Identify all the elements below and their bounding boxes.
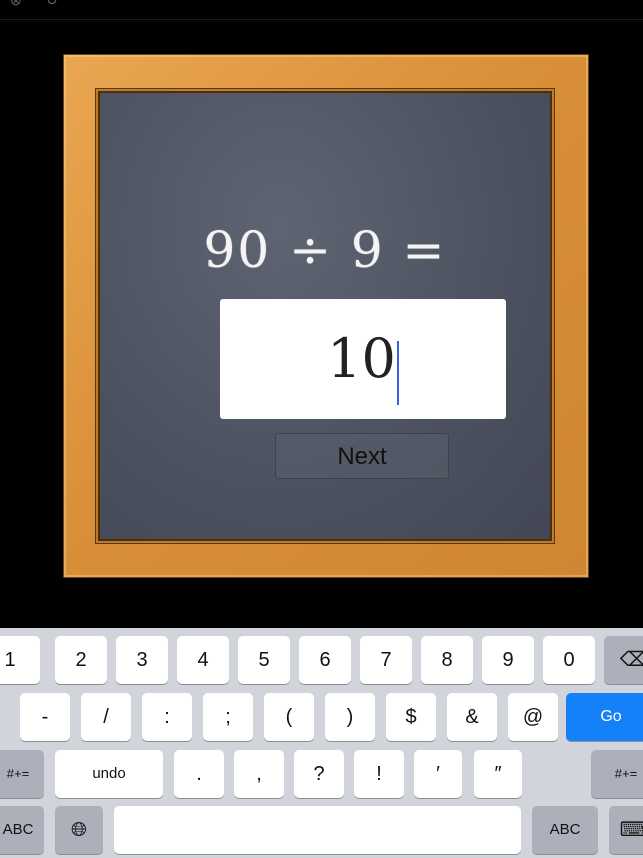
backspace-key[interactable]: ⌫ <box>604 636 643 684</box>
undo-key[interactable]: undo <box>55 750 163 798</box>
refresh-icon[interactable]: ↻ <box>46 0 60 7</box>
key-double-prime[interactable]: ″ <box>474 750 522 798</box>
key-5[interactable]: 5 <box>238 636 290 684</box>
question-text: 90 ÷ 9 = <box>203 221 447 279</box>
key-8[interactable]: 8 <box>421 636 473 684</box>
go-key[interactable]: Go <box>566 693 643 741</box>
key-close-paren[interactable]: ) <box>325 693 375 741</box>
keyboard-dismiss-icon: ⌨ <box>619 819 643 841</box>
key-colon[interactable]: : <box>142 693 192 741</box>
chalkboard: 90 ÷ 9 = 10 Next <box>98 91 552 541</box>
next-button[interactable]: Next <box>275 433 449 479</box>
globe-icon: 🌐︎ <box>71 819 87 841</box>
symbols-key-right[interactable]: #+= <box>591 750 643 798</box>
symbols-key-left[interactable]: #+= <box>0 750 44 798</box>
key-1[interactable]: 1 <box>0 636 40 684</box>
key-3[interactable]: 3 <box>116 636 168 684</box>
key-comma[interactable]: , <box>234 750 284 798</box>
wooden-frame: 90 ÷ 9 = 10 Next <box>63 54 589 578</box>
key-exclamation[interactable]: ! <box>354 750 404 798</box>
key-open-paren[interactable]: ( <box>264 693 314 741</box>
answer-value: 10 <box>327 327 396 390</box>
close-icon[interactable]: ⊗ <box>10 0 24 7</box>
key-slash[interactable]: / <box>81 693 131 741</box>
key-9[interactable]: 9 <box>482 636 534 684</box>
key-prime[interactable]: ′ <box>414 750 462 798</box>
top-bar: ⊗ ↻ <box>0 0 643 20</box>
abc-key-left[interactable]: ABC <box>0 806 44 854</box>
key-7[interactable]: 7 <box>360 636 412 684</box>
answer-input[interactable]: 10 <box>220 299 506 419</box>
key-dollar[interactable]: $ <box>386 693 436 741</box>
key-semicolon[interactable]: ; <box>203 693 253 741</box>
space-key[interactable] <box>114 806 521 854</box>
key-period[interactable]: . <box>174 750 224 798</box>
keyboard: 1 2 3 4 5 6 7 8 9 0 ⌫ - / : ; ( ) $ & @ … <box>0 628 643 858</box>
key-question[interactable]: ? <box>294 750 344 798</box>
text-caret <box>396 340 399 405</box>
key-4[interactable]: 4 <box>177 636 229 684</box>
dismiss-keyboard-key[interactable]: ⌨ <box>609 806 643 854</box>
globe-key[interactable]: 🌐︎ <box>55 806 103 854</box>
key-0[interactable]: 0 <box>543 636 595 684</box>
key-hyphen[interactable]: - <box>20 693 70 741</box>
backspace-icon: ⌫ <box>619 649 643 671</box>
key-6[interactable]: 6 <box>299 636 351 684</box>
abc-key-right[interactable]: ABC <box>532 806 598 854</box>
key-ampersand[interactable]: & <box>447 693 497 741</box>
key-2[interactable]: 2 <box>55 636 107 684</box>
key-at[interactable]: @ <box>508 693 558 741</box>
